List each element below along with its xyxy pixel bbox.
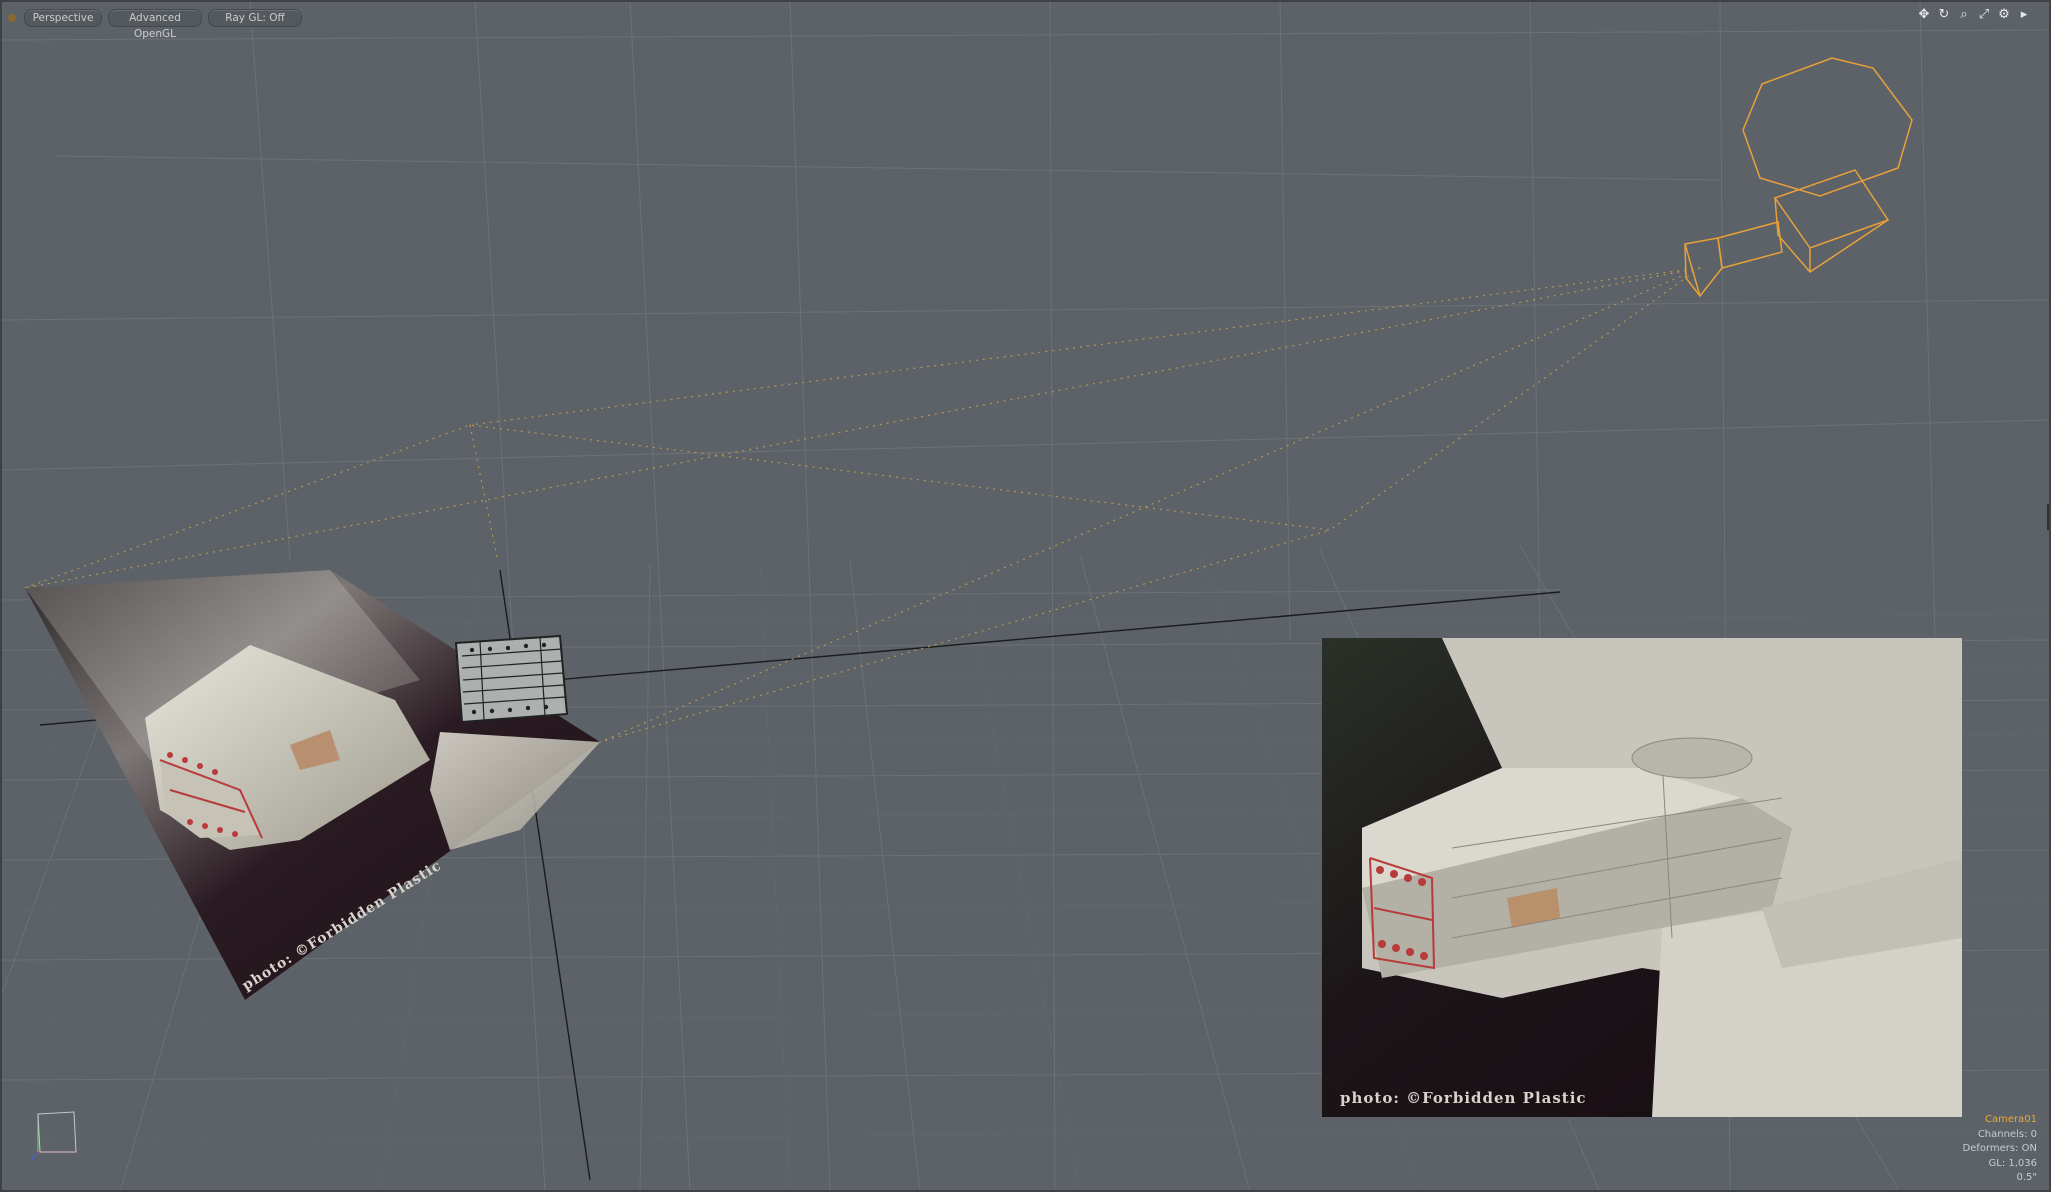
view-mode-button[interactable]: Perspective: [24, 9, 102, 27]
mesh-object[interactable]: [454, 634, 569, 724]
move-view-icon[interactable]: ✥: [1917, 8, 1931, 22]
reference-image-inset: photo: ©Forbidden Plastic: [1322, 638, 1962, 1117]
rotate-view-icon[interactable]: ↻: [1937, 8, 1951, 22]
viewport-nav-tools: ✥ ↻ ⌕ ⤢ ⚙ ▸: [1917, 8, 2031, 22]
hud-gl-count: GL: 1,036: [1988, 1157, 2038, 1169]
3d-viewport[interactable]: Perspective Advanced OpenGL Ray GL: Off …: [0, 0, 2051, 1192]
gear-icon[interactable]: ⚙: [1997, 8, 2011, 22]
hud-deformers: Deformers: ON: [1962, 1143, 2037, 1155]
viewport-menu-dot[interactable]: [8, 14, 16, 22]
hud-channels: Channels: 0: [1977, 1128, 2037, 1140]
maximize-view-icon[interactable]: ⤢: [1977, 8, 1991, 22]
viewport-hud: Camera01 Channels: 0 Deformers: ON GL: 1…: [1962, 1113, 2037, 1186]
inset-photo-credit: photo: ©Forbidden Plastic: [1340, 1089, 1587, 1107]
render-mode-button[interactable]: Advanced OpenGL: [108, 9, 202, 40]
ray-gl-button[interactable]: Ray GL: Off: [208, 9, 302, 27]
hud-camera-name: Camera01: [1985, 1114, 2037, 1126]
viewport-resize-handle[interactable]: [2047, 504, 2051, 530]
camera-wireframe[interactable]: [1684, 57, 1913, 298]
reference-photo: [1322, 638, 1962, 1117]
viewport-toolbar: Perspective Advanced OpenGL Ray GL: Off: [8, 8, 302, 40]
axis-gizmo: [31, 1111, 77, 1161]
zoom-view-icon[interactable]: ⌕: [1957, 8, 1971, 22]
triangle-right-icon[interactable]: ▸: [2017, 8, 2031, 22]
hud-grid-scale: 0.5": [2016, 1172, 2037, 1184]
